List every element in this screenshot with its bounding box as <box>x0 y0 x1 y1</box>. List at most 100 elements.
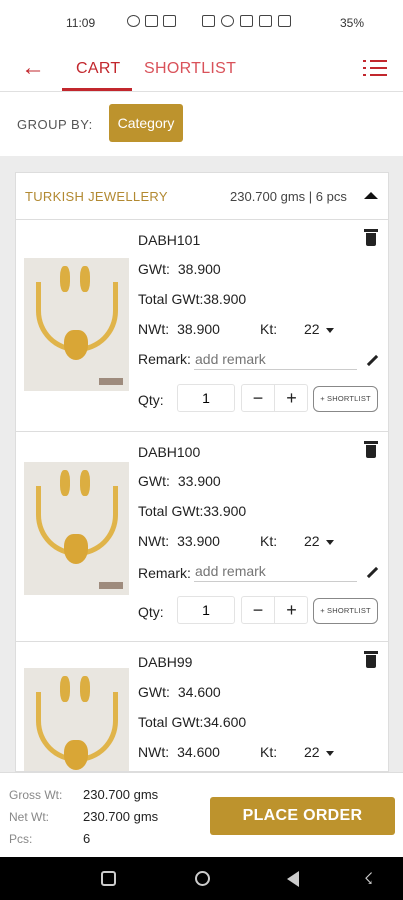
tab-cart[interactable]: CART <box>76 60 120 78</box>
total-gwt-value: 34.600 <box>203 714 247 730</box>
tab-shortlist[interactable]: SHORTLIST <box>144 60 236 78</box>
gwt-label: GWt: <box>138 473 170 489</box>
kt-select[interactable]: 22 <box>304 533 334 549</box>
nwt-value: 33.900 <box>177 533 220 549</box>
product-image[interactable] <box>24 462 129 595</box>
gwt-row: GWt: 33.900 <box>138 473 221 489</box>
nwt-row: NWt: 33.900 <box>138 533 220 549</box>
delete-icon[interactable] <box>364 651 378 668</box>
battery-percent: 35% <box>340 16 365 30</box>
qty-input[interactable] <box>177 384 235 412</box>
kt-label: Kt: <box>260 744 278 760</box>
total-gwt-value: 33.900 <box>203 503 247 519</box>
gwt-label: GWt: <box>138 261 170 277</box>
back-triangle-icon[interactable] <box>287 871 299 887</box>
total-gwt-value: 38.900 <box>203 291 247 307</box>
delete-icon[interactable] <box>364 229 378 246</box>
accessibility-icon[interactable]: ☇ <box>364 869 373 889</box>
product-image[interactable] <box>24 668 129 771</box>
bluetooth-icon <box>240 15 253 27</box>
cart-item: DABH99 GWt: 34.600 Total GWt:34.600 NWt: 3… <box>15 642 389 772</box>
nwt-value: 34.600 <box>177 744 220 760</box>
gwt-value: 38.900 <box>177 261 221 277</box>
nwt-row: NWt: 38.900 <box>138 321 220 337</box>
net-wt-label: Net Wt: <box>9 810 50 824</box>
app-header: ← CART SHORTLIST <box>0 46 403 92</box>
nfc-icon <box>202 15 215 27</box>
active-tab-indicator <box>62 88 132 91</box>
status-bar: 11:09 35% <box>0 0 403 46</box>
wifi-icon <box>259 15 272 27</box>
chevron-down-icon <box>325 750 334 756</box>
qty-label: Qty: <box>138 392 164 408</box>
gross-wt-value: 230.700 gms <box>83 787 159 802</box>
qty-label: Qty: <box>138 604 164 620</box>
nwt-label: NWt: <box>138 744 170 760</box>
order-summary: Gross Wt: 230.700 gms Net Wt: 230.700 gm… <box>0 772 403 857</box>
gwt-row: GWt: 34.600 <box>138 684 221 700</box>
group-by-bar: GROUP BY: Category <box>0 92 403 156</box>
kt-value: 22 <box>304 744 320 760</box>
group-by-label: GROUP BY: <box>17 117 93 132</box>
decrease-qty-button[interactable]: − <box>242 597 275 623</box>
decrease-qty-button[interactable]: − <box>242 385 275 411</box>
group-by-category-button[interactable]: Category <box>109 104 183 142</box>
collapse-caret-icon[interactable] <box>364 192 378 199</box>
notification-icons <box>127 15 176 27</box>
total-gwt-row: Total GWt:34.600 <box>138 714 246 730</box>
category-summary: 230.700 gms | 6 pcs <box>230 189 347 204</box>
total-gwt-label: Total GWt: <box>138 291 204 307</box>
recents-icon[interactable] <box>101 871 116 886</box>
mail-icon <box>163 15 176 27</box>
alarm-icon <box>221 15 234 27</box>
item-code: DABH100 <box>138 444 201 460</box>
nwt-label: NWt: <box>138 321 170 337</box>
kt-select[interactable]: 22 <box>304 744 334 760</box>
total-gwt-label: Total GWt: <box>138 503 204 519</box>
nwt-label: NWt: <box>138 533 170 549</box>
increase-qty-button[interactable]: + <box>275 385 308 411</box>
place-order-button[interactable]: PLACE ORDER <box>210 797 395 835</box>
add-shortlist-button[interactable]: + SHORTLIST <box>313 598 378 624</box>
crown-icon <box>145 15 158 27</box>
edit-icon[interactable] <box>366 354 379 367</box>
nwt-row: NWt: 34.600 <box>138 744 220 760</box>
kt-select[interactable]: 22 <box>304 321 334 337</box>
gwt-label: GWt: <box>138 684 170 700</box>
home-icon[interactable] <box>195 871 210 886</box>
category-name: TURKISH JEWELLERY <box>25 189 168 204</box>
qty-input[interactable] <box>177 596 235 624</box>
item-code: DABH99 <box>138 654 193 670</box>
remark-input[interactable] <box>194 560 357 582</box>
back-arrow-icon[interactable]: ← <box>18 54 48 84</box>
remark-label: Remark: <box>138 351 191 367</box>
system-nav-bar: ☇ <box>0 857 403 900</box>
total-gwt-label: Total GWt: <box>138 714 204 730</box>
cart-item: DABH101 GWt: 38.900 Total GWt:38.900 NWt:… <box>15 220 389 432</box>
remark-input[interactable] <box>194 348 357 370</box>
gwt-value: 34.600 <box>177 684 221 700</box>
product-image[interactable] <box>24 258 129 391</box>
gross-wt-label: Gross Wt: <box>9 788 63 802</box>
remark-label: Remark: <box>138 565 191 581</box>
item-code: DABH101 <box>138 232 201 248</box>
quantity-stepper: − + <box>241 384 308 412</box>
list-menu-icon[interactable] <box>363 57 387 79</box>
category-header[interactable]: TURKISH JEWELLERY 230.700 gms | 6 pcs <box>15 172 389 220</box>
quantity-stepper: − + <box>241 596 308 624</box>
net-wt-value: 230.700 gms <box>83 809 159 824</box>
kt-value: 22 <box>304 533 320 549</box>
nwt-value: 38.900 <box>177 321 220 337</box>
edit-icon[interactable] <box>366 566 379 579</box>
pcs-label: Pcs: <box>9 832 33 846</box>
delete-icon[interactable] <box>364 441 378 458</box>
total-gwt-row: Total GWt:38.900 <box>138 291 246 307</box>
kt-label: Kt: <box>260 321 278 337</box>
status-time: 11:09 <box>66 16 96 30</box>
add-shortlist-button[interactable]: + SHORTLIST <box>313 386 378 412</box>
gwt-row: GWt: 38.900 <box>138 261 221 277</box>
chevron-down-icon <box>325 539 334 545</box>
increase-qty-button[interactable]: + <box>275 597 308 623</box>
system-icons <box>202 15 291 27</box>
facebook-icon <box>127 15 140 27</box>
